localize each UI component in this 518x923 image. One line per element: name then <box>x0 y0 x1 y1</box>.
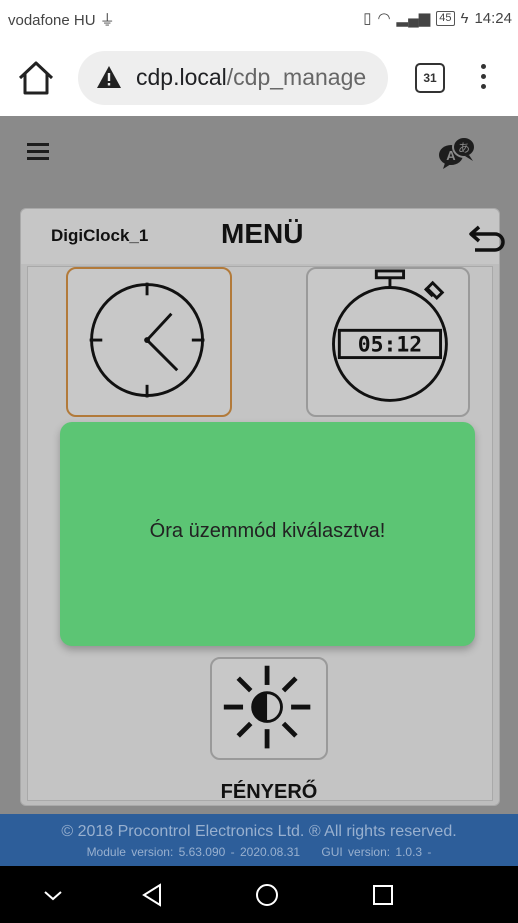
home-icon[interactable] <box>16 58 56 98</box>
copyright-text: © 2018 Procontrol Electronics Ltd. ® All… <box>61 823 457 840</box>
url-bar[interactable]: cdp.local/cdp_manage <box>78 51 388 105</box>
module-version: Module version: 5.63.090 - 2020.08.31 <box>86 845 301 859</box>
language-icon[interactable]: A あ <box>437 134 477 170</box>
footer: © 2018 Procontrol Electronics Ltd. ® All… <box>0 814 518 866</box>
stopwatch-icon: 05:12 <box>332 269 448 402</box>
carrier-label: vodafone HU ⏚ <box>8 9 115 30</box>
brightness-label-wrap: FÉNYERŐ <box>210 657 328 803</box>
back-icon[interactable] <box>469 221 507 253</box>
warning-icon[interactable] <box>96 65 122 89</box>
url-path: /cdp_manage <box>226 64 367 90</box>
brightness-label: FÉNYERŐ <box>220 781 318 803</box>
wifi-icon: ◠ <box>377 10 391 27</box>
page-title: MENÜ <box>221 218 304 249</box>
system-nav-bar <box>0 866 518 923</box>
carrier-name: vodafone HU <box>8 12 96 29</box>
chevron-down-icon[interactable] <box>38 880 68 910</box>
tab-switcher-button[interactable]: 31 <box>415 63 445 93</box>
battery-icon: 45 <box>436 10 455 26</box>
svg-text:あ: あ <box>458 141 470 155</box>
clock-mode-tile[interactable] <box>66 267 232 417</box>
gui-version: GUI version: 1.0.3 - <box>321 845 432 859</box>
more-menu-icon[interactable] <box>480 64 488 94</box>
charging-icon: ϟ <box>460 9 469 27</box>
clock-icon <box>89 282 205 398</box>
hamburger-menu-icon[interactable] <box>27 143 49 161</box>
toast-message: Óra üzemmód kiválasztva! <box>149 520 386 542</box>
url-text[interactable]: cdp.local/cdp_manage <box>136 64 381 91</box>
clock-time: 14:24 <box>474 9 512 27</box>
app-header: A あ <box>0 116 518 188</box>
recents-square-icon[interactable] <box>368 880 398 910</box>
back-triangle-icon[interactable] <box>138 880 168 910</box>
status-icons: ▯ ◠ ▂▄▆ 45 ϟ 14:24 <box>363 9 512 28</box>
stopwatch-mode-tile[interactable]: 05:12 <box>306 267 470 417</box>
url-host: cdp.local <box>136 64 227 90</box>
signal-icon: ▂▄▆ <box>396 10 431 27</box>
device-name: DigiClock_1 <box>51 226 149 245</box>
vibrate-icon: ▯ <box>363 10 372 27</box>
stopwatch-display: 05:12 <box>358 333 422 358</box>
menu-header: DigiClock_1 MENÜ <box>21 209 505 264</box>
home-circle-icon[interactable] <box>252 880 282 910</box>
usb-icon: ⏚ <box>99 12 115 29</box>
browser-toolbar: cdp.local/cdp_manage 31 <box>0 36 518 116</box>
version-info: Module version: 5.63.090 - 2020.08.31 GU… <box>0 845 518 859</box>
status-bar: vodafone HU ⏚ ▯ ◠ ▂▄▆ 45 ϟ 14:24 <box>0 0 518 36</box>
notification-toast: Óra üzemmód kiválasztva! <box>60 422 475 646</box>
